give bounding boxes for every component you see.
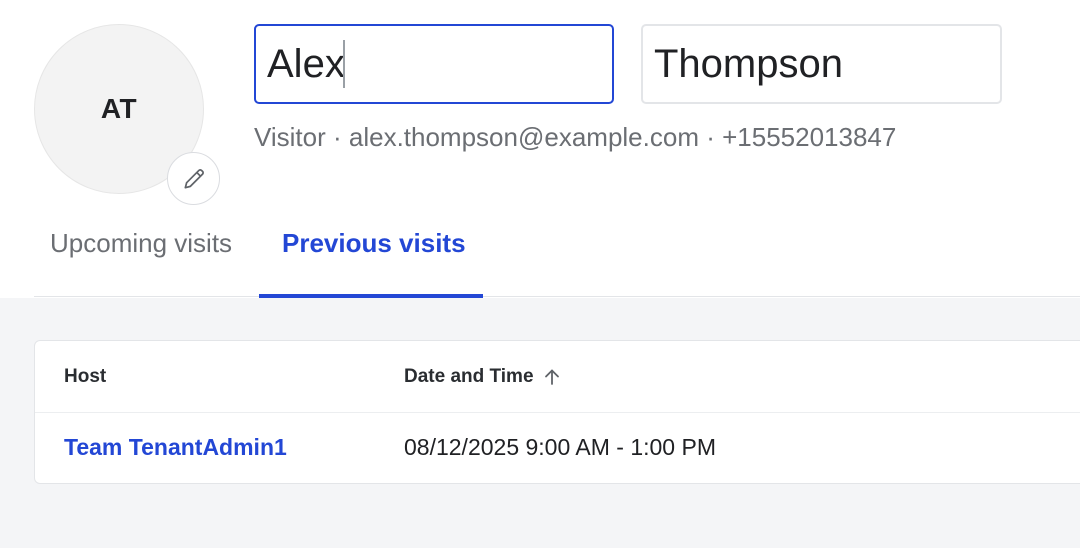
tab-divider — [34, 296, 1080, 297]
visitor-details: Visitor · alex.thompson@example.com · +1… — [254, 122, 897, 152]
header-divider — [35, 412, 1080, 413]
last-name-input[interactable] — [641, 24, 1002, 104]
column-header-date-time-label: Date and Time — [404, 366, 534, 387]
pencil-icon — [183, 168, 204, 189]
host-link[interactable]: Team TenantAdmin1 — [64, 434, 287, 461]
avatar-initials: AT — [100, 93, 138, 124]
tab-previous-visits[interactable]: Previous visits — [282, 228, 466, 259]
text-caret — [343, 40, 345, 88]
arrow-up-icon[interactable] — [542, 367, 562, 387]
edit-avatar-button[interactable] — [167, 152, 220, 205]
column-header-host[interactable]: Host — [64, 366, 106, 388]
tab-upcoming-visits[interactable]: Upcoming visits — [50, 228, 232, 259]
visit-date-time: 08/12/2025 9:00 AM - 1:00 PM — [404, 434, 716, 460]
first-name-input[interactable] — [254, 24, 614, 104]
column-header-date-time[interactable]: Date and Time — [404, 366, 562, 388]
profile-header: AT Visitor · alex.thompson@example.com ·… — [0, 0, 1080, 298]
